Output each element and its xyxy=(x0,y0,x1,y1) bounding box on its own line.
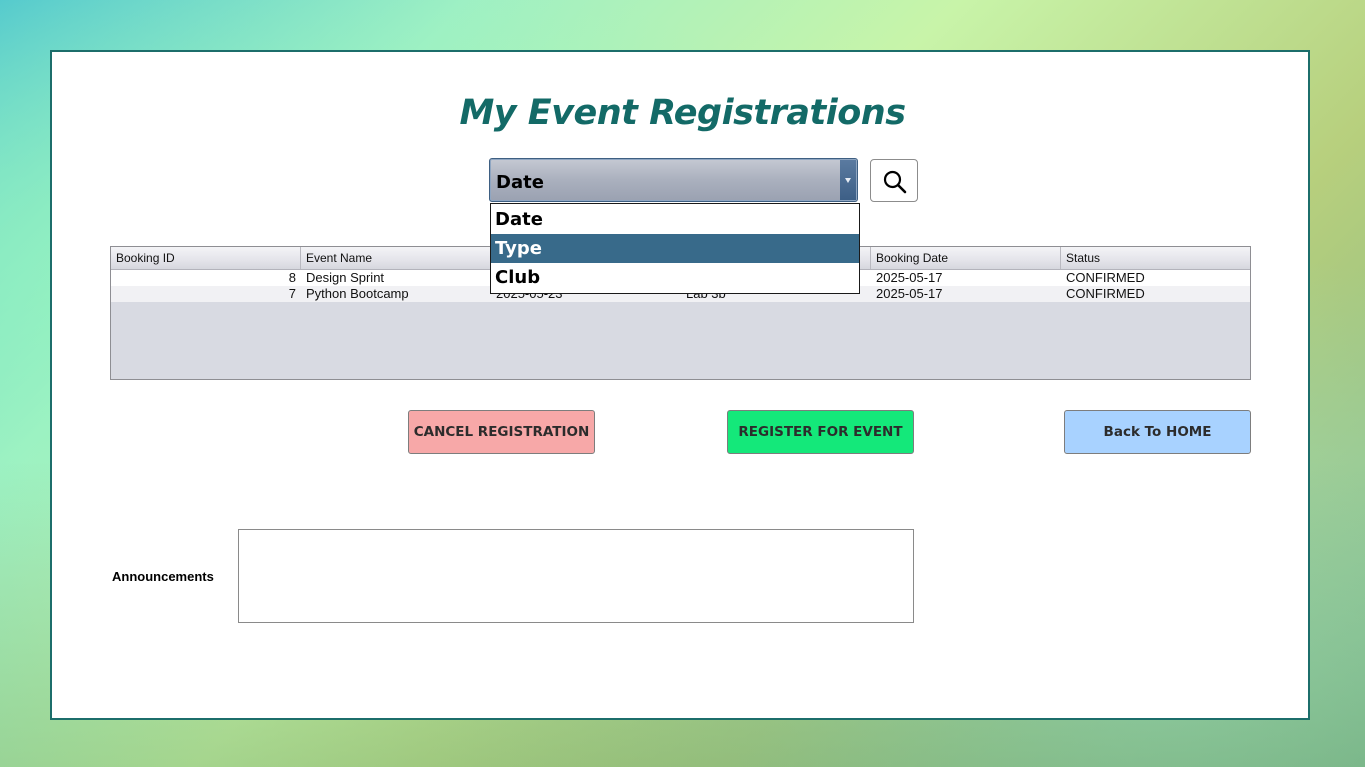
search-icon xyxy=(883,170,907,194)
announcements-label: Announcements xyxy=(112,569,214,584)
cancel-registration-button[interactable]: CANCEL REGISTRATION xyxy=(408,410,595,454)
page-title: My Event Registrations xyxy=(459,93,906,133)
cell-booking-id: 8 xyxy=(288,270,296,285)
column-header-status[interactable]: Status xyxy=(1061,247,1250,269)
filter-dropdown-list: Date Type Club xyxy=(490,203,860,294)
chevron-down-icon[interactable] xyxy=(840,160,856,200)
filter-combobox[interactable]: Date xyxy=(489,158,858,202)
cell-booking-date: 2025-05-17 xyxy=(876,286,943,301)
column-header-booking-date[interactable]: Booking Date xyxy=(871,247,1061,269)
announcements-textarea[interactable] xyxy=(238,529,914,623)
back-to-home-button[interactable]: Back To HOME xyxy=(1064,410,1251,454)
cell-status: CONFIRMED xyxy=(1066,270,1145,285)
dropdown-option-date[interactable]: Date xyxy=(491,205,859,234)
dropdown-option-club[interactable]: Club xyxy=(491,263,859,292)
filter-selected-value: Date xyxy=(496,172,544,193)
cell-event-name: Python Bootcamp xyxy=(306,286,409,301)
column-header-event-name[interactable]: Event Name xyxy=(301,247,491,269)
column-header-booking-id[interactable]: Booking ID xyxy=(111,247,301,269)
cell-booking-date: 2025-05-17 xyxy=(876,270,943,285)
register-for-event-button[interactable]: REGISTER FOR EVENT xyxy=(727,410,914,454)
search-button[interactable] xyxy=(870,159,918,202)
cell-booking-id: 7 xyxy=(288,286,296,301)
cell-status: CONFIRMED xyxy=(1066,286,1145,301)
dropdown-option-type[interactable]: Type xyxy=(491,234,859,263)
cell-event-name: Design Sprint xyxy=(306,270,385,285)
